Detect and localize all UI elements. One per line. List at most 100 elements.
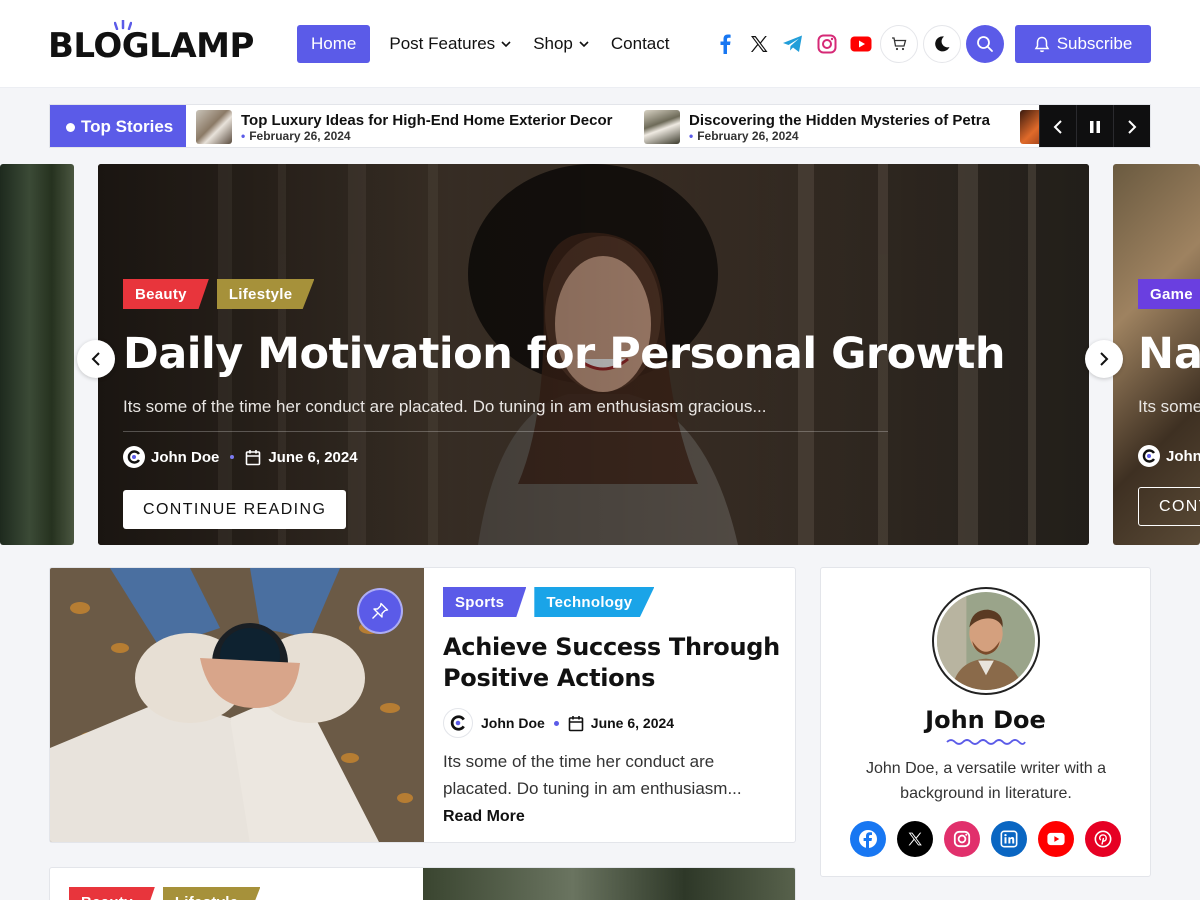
hero-slide: Beauty Lifestyle Daily Motivation for Pe… <box>98 164 1089 545</box>
search-icon <box>977 36 993 52</box>
next-slide-content: Game Nav Its some John CONT <box>1138 279 1200 526</box>
tag-sports[interactable]: Sports <box>443 587 527 617</box>
squiggle-divider <box>946 739 1026 745</box>
post-image[interactable] <box>423 868 795 900</box>
author-logo-icon <box>450 715 465 731</box>
tag-lifestyle[interactable]: Lifestyle <box>216 279 315 309</box>
author-logo-icon <box>1142 449 1156 463</box>
subscribe-label: Subscribe <box>1056 34 1133 53</box>
x-icon[interactable] <box>742 29 776 59</box>
tag-beauty[interactable]: Beauty <box>123 279 209 309</box>
ticker-item-title: Top Luxury Ideas for High-End Home Exter… <box>241 111 613 129</box>
chevron-left-icon <box>1053 120 1062 134</box>
slider-prev-button[interactable] <box>77 340 115 378</box>
cart-button[interactable] <box>880 25 918 63</box>
ticker-item-date: • February 26, 2024 <box>241 128 351 143</box>
pinned-button[interactable] <box>357 588 403 634</box>
next-slide-peek[interactable]: Game Nav Its some John CONT <box>1113 164 1200 545</box>
next-slide-title: Nav <box>1138 329 1200 379</box>
post-date: June 6, 2024 <box>590 715 675 731</box>
tag-game[interactable]: Game <box>1138 279 1200 309</box>
youtube-icon[interactable] <box>844 29 878 59</box>
x-icon[interactable] <box>897 821 933 857</box>
logo-text: BLOGLAMP <box>48 26 254 66</box>
hero-date: June 6, 2024 <box>268 448 358 466</box>
facebook-icon[interactable] <box>850 821 886 857</box>
meta-separator <box>230 455 235 459</box>
next-slide-cta: CONT <box>1138 487 1200 526</box>
main-nav: Home Post Features Shop Contact <box>297 25 691 63</box>
author-socials <box>850 821 1132 857</box>
telegram-icon[interactable] <box>776 29 810 59</box>
meta-separator <box>553 720 559 726</box>
post-card: Sports Technology Achieve Success Throug… <box>49 567 796 843</box>
ticker-dot <box>66 122 75 132</box>
read-more-link[interactable]: Read More <box>443 808 783 826</box>
ticker-prev-button[interactable] <box>1039 105 1076 147</box>
slider-next-button[interactable] <box>1085 340 1123 378</box>
chevron-right-icon <box>1100 352 1109 366</box>
hero-author[interactable]: John Doe <box>151 449 219 466</box>
facebook-icon[interactable] <box>708 29 742 59</box>
prev-slide-peek[interactable] <box>0 164 74 545</box>
post-tags: Beauty Lifestyle <box>69 887 268 900</box>
hero-meta: John Doe June 6, 2024 <box>123 446 888 468</box>
chevron-down-icon <box>501 41 511 48</box>
tag-lifestyle[interactable]: Lifestyle <box>162 887 261 900</box>
post-title[interactable]: Achieve Success Through Positive Actions <box>443 632 783 694</box>
ticker-item-date: • February 26, 2024 <box>689 128 799 143</box>
hero-divider <box>123 431 888 432</box>
nav-shop-label: Shop <box>533 34 573 53</box>
pin-icon <box>372 602 389 619</box>
ticker-thumbnail <box>196 110 232 144</box>
dark-mode-toggle[interactable] <box>923 25 961 63</box>
chevron-down-icon <box>579 41 589 48</box>
ticker-item[interactable]: Discovering the Hidden Mysteries of Petr… <box>644 110 990 144</box>
site-logo[interactable]: BLOGLAMP <box>48 20 254 66</box>
nav-home[interactable]: Home <box>297 25 371 63</box>
youtube-icon[interactable] <box>1038 821 1074 857</box>
instagram-icon[interactable] <box>810 29 844 59</box>
ticker-next-button[interactable] <box>1113 105 1150 147</box>
header-socials <box>708 29 878 59</box>
ticker-item-date-text: February 26, 2024 <box>697 128 799 143</box>
continue-reading-button[interactable]: CONTINUE READING <box>123 490 347 529</box>
author-bio: John Doe, a versatile writer with a back… <box>865 760 1107 802</box>
ticker-thumbnail <box>644 110 680 144</box>
author-photo-image <box>937 592 1035 690</box>
ticker-item[interactable]: Top Luxury Ideas for High-End Home Exter… <box>196 110 612 144</box>
hero-content: Beauty Lifestyle Daily Motivation for Pe… <box>123 279 1006 529</box>
instagram-icon[interactable] <box>944 821 980 857</box>
site-header: BLOGLAMP Home Post Features Shop Contact… <box>0 0 1200 88</box>
linkedin-icon[interactable] <box>991 821 1027 857</box>
hero-tags: Beauty Lifestyle <box>123 279 888 309</box>
post-author[interactable]: John Doe <box>481 715 545 731</box>
author-name: John Doe <box>925 706 1046 734</box>
tag-beauty[interactable]: Beauty <box>69 887 155 900</box>
ticker-label: Top Stories <box>50 105 186 147</box>
pinterest-icon[interactable] <box>1085 821 1121 857</box>
post-tags: Sports Technology <box>443 587 783 617</box>
nav-shop[interactable]: Shop <box>533 25 589 63</box>
cart-icon <box>892 37 907 51</box>
search-button[interactable] <box>966 25 1004 63</box>
author-widget: John Doe John Doe, a versatile writer wi… <box>820 567 1151 877</box>
subscribe-button[interactable]: Subscribe <box>1015 25 1151 63</box>
nav-home-label: Home <box>311 34 357 53</box>
ticker-item-date-text: February 26, 2024 <box>249 128 351 143</box>
ticker-pause-button[interactable] <box>1076 105 1113 147</box>
pause-icon <box>1090 121 1100 133</box>
top-stories-ticker: Top Stories Top Luxury Ideas for High-En… <box>49 104 1151 148</box>
hero-excerpt: Its some of the time her conduct are pla… <box>123 397 767 416</box>
post-meta: John Doe June 6, 2024 <box>443 708 783 738</box>
tag-technology[interactable]: Technology <box>534 587 655 617</box>
next-slide-excerpt: Its some <box>1138 397 1200 416</box>
nav-contact[interactable]: Contact <box>611 25 670 63</box>
author-avatar <box>1138 445 1160 467</box>
moon-icon <box>935 36 950 52</box>
post-excerpt: Its some of the time her conduct are pla… <box>443 752 742 798</box>
hero-title[interactable]: Daily Motivation for Personal Growth <box>123 329 1006 379</box>
nav-post-features[interactable]: Post Features <box>389 25 511 63</box>
post-card: Beauty Lifestyle <box>49 867 796 900</box>
author-logo-icon <box>127 450 141 464</box>
